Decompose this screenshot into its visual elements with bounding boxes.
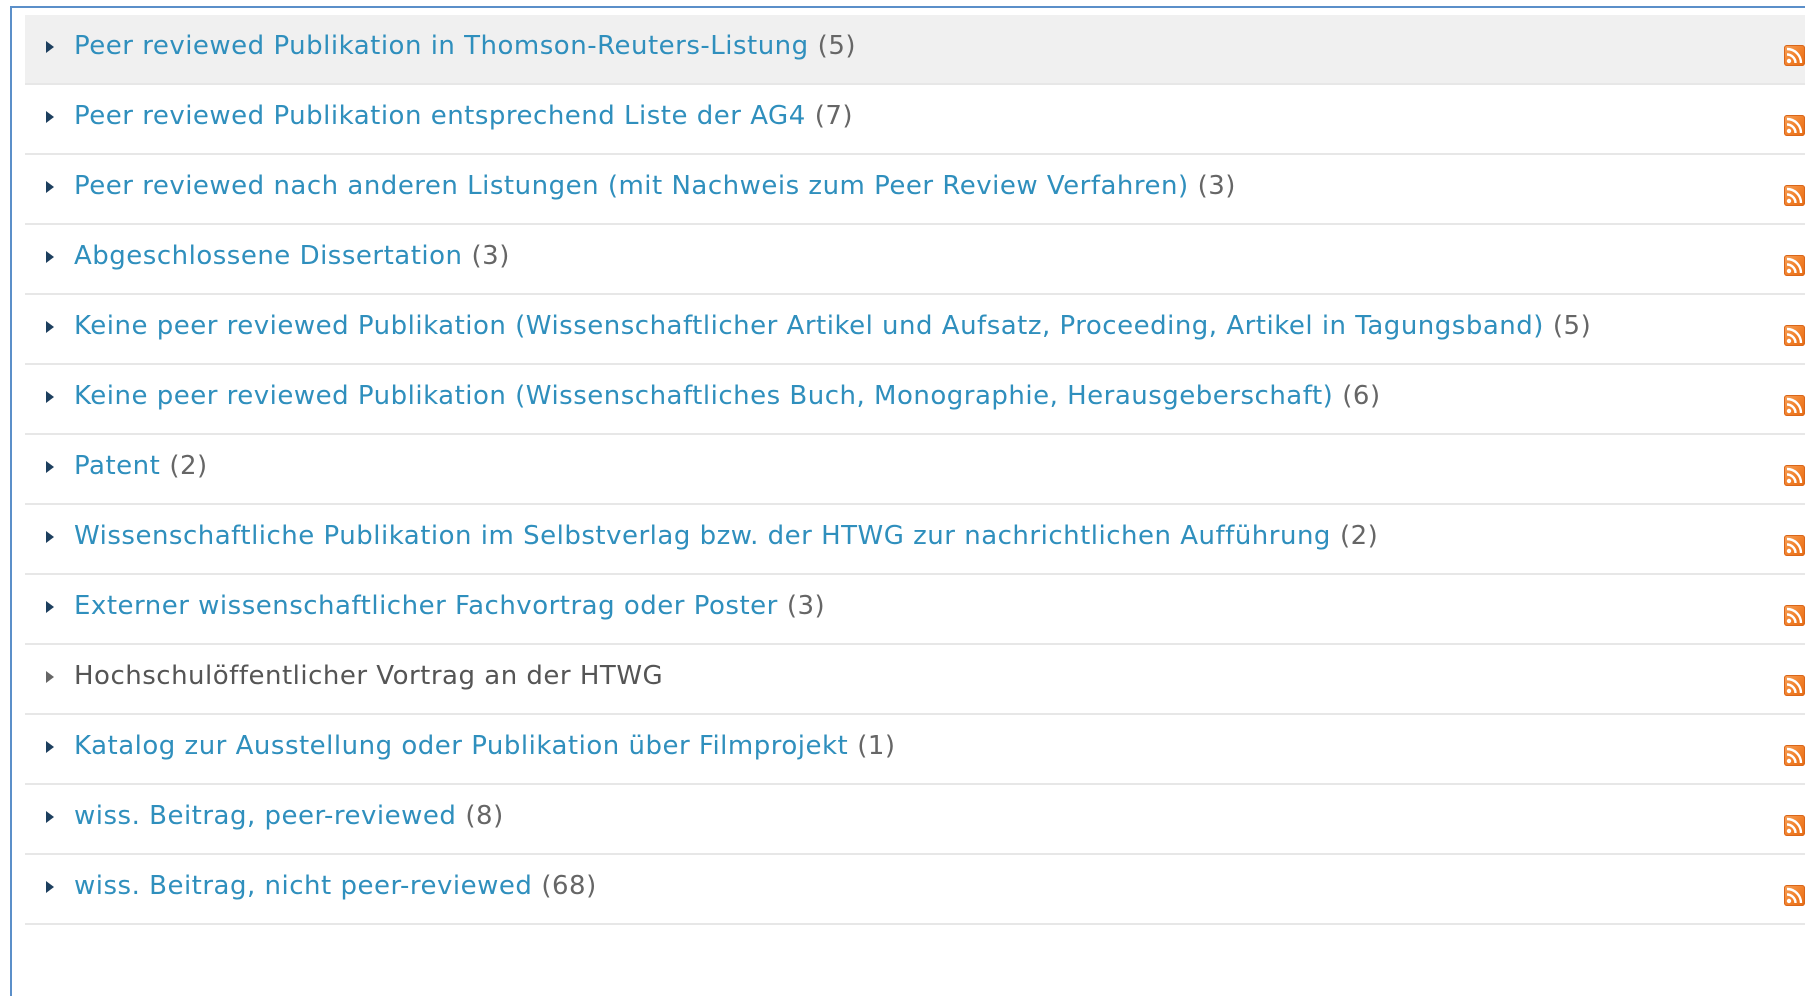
list-item[interactable]: Externer wissenschaftlicher Fachvortrag … (25, 575, 1805, 645)
list-item[interactable]: Peer reviewed Publikation entsprechend L… (25, 85, 1805, 155)
item-count: (5) (1552, 311, 1592, 341)
expand-arrow-icon[interactable] (46, 321, 54, 333)
category-link[interactable]: Wissenschaftliche Publikation im Selbstv… (74, 521, 1331, 551)
category-label: Hochschulöffentlicher Vortrag an der HTW… (74, 661, 664, 691)
item-count: (3) (1197, 171, 1236, 201)
item-count: (8) (465, 801, 504, 831)
item-count: (3) (786, 591, 826, 621)
list-item[interactable]: wiss. Beitrag, peer-reviewed (8) (25, 785, 1805, 855)
list-item[interactable]: Katalog zur Ausstellung oder Publikation… (25, 715, 1805, 785)
category-link[interactable]: Peer reviewed Publikation in Thomson-Reu… (74, 31, 809, 61)
item-count: (2) (169, 451, 208, 481)
category-link[interactable]: Keine peer reviewed Publikation (Wissens… (74, 311, 1544, 341)
category-link[interactable]: Keine peer reviewed Publikation (Wissens… (74, 381, 1333, 411)
expand-arrow-icon[interactable] (46, 601, 54, 613)
rss-feed-icon[interactable] (1784, 745, 1805, 766)
category-link[interactable]: wiss. Beitrag, nicht peer-reviewed (74, 871, 532, 901)
list-item[interactable]: Patent (2) (25, 435, 1805, 505)
expand-arrow-icon[interactable] (46, 881, 54, 893)
expand-arrow-icon[interactable] (46, 741, 54, 753)
category-list: Peer reviewed Publikation in Thomson-Reu… (25, 15, 1805, 925)
rss-feed-icon[interactable] (1784, 675, 1805, 696)
item-count: (6) (1342, 381, 1381, 411)
item-count: (68) (541, 871, 597, 901)
list-item[interactable]: Abgeschlossene Dissertation (3) (25, 225, 1805, 295)
rss-feed-icon[interactable] (1784, 185, 1805, 206)
expand-arrow-icon[interactable] (46, 391, 54, 403)
rss-feed-icon[interactable] (1784, 885, 1805, 906)
item-count: (2) (1339, 521, 1379, 551)
list-item[interactable]: wiss. Beitrag, nicht peer-reviewed (68) (25, 855, 1805, 925)
list-item[interactable]: Wissenschaftliche Publikation im Selbstv… (25, 505, 1805, 575)
expand-arrow-icon[interactable] (46, 531, 54, 543)
expand-arrow-icon[interactable] (46, 811, 54, 823)
list-item[interactable]: Keine peer reviewed Publikation (Wissens… (25, 365, 1805, 435)
rss-feed-icon[interactable] (1784, 465, 1805, 486)
expand-arrow-icon[interactable] (46, 251, 54, 263)
rss-feed-icon[interactable] (1784, 45, 1805, 66)
rss-feed-icon[interactable] (1784, 395, 1805, 416)
category-link[interactable]: Abgeschlossene Dissertation (74, 241, 463, 271)
category-link[interactable]: wiss. Beitrag, peer-reviewed (74, 801, 456, 831)
rss-feed-icon[interactable] (1784, 535, 1805, 556)
category-link[interactable]: Externer wissenschaftlicher Fachvortrag … (74, 591, 778, 621)
category-link[interactable]: Katalog zur Ausstellung oder Publikation… (74, 731, 848, 761)
item-count: (1) (857, 731, 896, 761)
rss-feed-icon[interactable] (1784, 815, 1805, 836)
category-link[interactable]: Patent (74, 451, 160, 481)
list-item[interactable]: Peer reviewed nach anderen Listungen (mi… (25, 155, 1805, 225)
list-item[interactable]: Peer reviewed Publikation in Thomson-Reu… (25, 15, 1805, 85)
rss-feed-icon[interactable] (1784, 255, 1805, 276)
category-link[interactable]: Peer reviewed nach anderen Listungen (mi… (74, 171, 1189, 201)
rss-feed-icon[interactable] (1784, 605, 1805, 626)
item-count: (7) (814, 101, 854, 131)
list-item: Hochschulöffentlicher Vortrag an der HTW… (25, 645, 1805, 715)
list-item[interactable]: Keine peer reviewed Publikation (Wissens… (25, 295, 1805, 365)
rss-feed-icon[interactable] (1784, 115, 1805, 136)
expand-arrow-icon[interactable] (46, 111, 54, 123)
expand-arrow-icon[interactable] (46, 181, 54, 193)
expand-arrow-icon (46, 671, 54, 683)
expand-arrow-icon[interactable] (46, 461, 54, 473)
category-link[interactable]: Peer reviewed Publikation entsprechend L… (74, 101, 806, 131)
expand-arrow-icon[interactable] (46, 41, 54, 53)
item-count: (5) (817, 31, 857, 61)
rss-feed-icon[interactable] (1784, 325, 1805, 346)
item-count: (3) (471, 241, 510, 271)
